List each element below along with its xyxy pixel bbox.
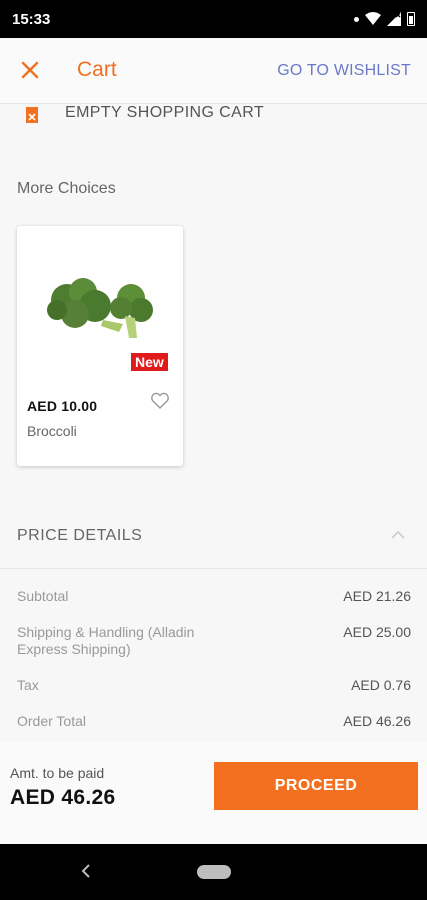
wishlist-heart-icon[interactable] [150, 392, 170, 410]
battery-icon [407, 12, 415, 26]
product-price: AED 10.00 [27, 398, 98, 414]
back-icon[interactable] [80, 862, 92, 880]
price-label: Shipping & Handling (Alladin Express Shi… [17, 624, 195, 657]
empty-cart-row[interactable]: EMPTY SHOPPING CART [0, 104, 427, 126]
app-header: Cart GO TO WISHLIST [0, 38, 427, 104]
new-badge: New [131, 353, 168, 371]
price-label: Order Total [17, 713, 86, 729]
price-label: Tax [17, 677, 39, 693]
status-icons [354, 12, 415, 26]
price-row-order-total: Order Total AED 46.26 [17, 713, 411, 733]
page-title: Cart [77, 58, 117, 81]
price-details-header[interactable]: PRICE DETAILS [0, 514, 427, 569]
price-label: Subtotal [17, 588, 69, 604]
product-card[interactable]: New AED 10.00 Broccoli [17, 226, 183, 466]
amount-label: Amt. to be paid [10, 765, 105, 781]
notification-dot-icon [354, 16, 359, 22]
checkout-footer: Amt. to be paid AED 46.26 PROCEED [0, 742, 427, 844]
status-bar: 15:33 [0, 0, 427, 38]
wifi-icon [365, 12, 381, 25]
price-value: AED 0.76 [351, 677, 411, 693]
close-button[interactable] [18, 58, 42, 82]
trash-icon [26, 107, 38, 123]
price-row-shipping: Shipping & Handling (Alladin Express Shi… [17, 624, 411, 664]
price-value: AED 25.00 [343, 624, 411, 640]
proceed-button[interactable]: PROCEED [214, 762, 418, 810]
chevron-up-icon[interactable] [391, 530, 405, 540]
price-row-tax: Tax AED 0.76 [17, 677, 411, 697]
empty-cart-button[interactable]: EMPTY SHOPPING CART [65, 104, 264, 122]
price-value: AED 21.26 [343, 588, 411, 604]
system-nav-bar [0, 844, 427, 900]
go-to-wishlist-link[interactable]: GO TO WISHLIST [277, 62, 411, 80]
broccoli-image [47, 278, 153, 338]
amount-value: AED 46.26 [10, 786, 116, 809]
product-name: Broccoli [27, 423, 77, 439]
status-time: 15:33 [12, 10, 51, 28]
price-details-title: PRICE DETAILS [17, 527, 143, 544]
price-value: AED 46.26 [343, 713, 411, 729]
signal-icon [387, 12, 401, 26]
home-button[interactable] [197, 865, 231, 879]
close-icon [21, 61, 39, 79]
more-choices-heading: More Choices [17, 180, 116, 197]
price-row-subtotal: Subtotal AED 21.26 [17, 588, 411, 608]
